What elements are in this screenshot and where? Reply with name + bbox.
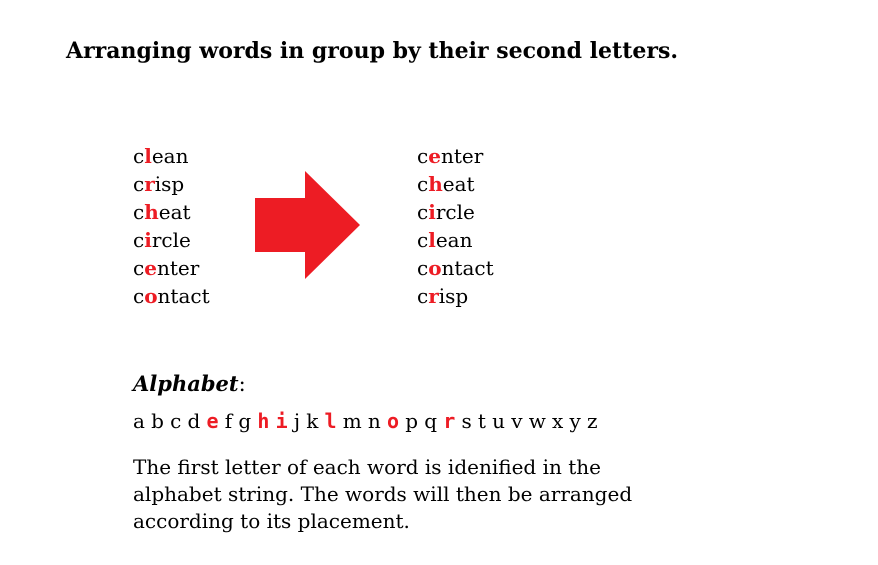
sorted-word-list: center cheat circle clean contact crisp	[417, 142, 494, 310]
arrow-shape	[255, 171, 360, 279]
highlighted-second-letter: o	[144, 284, 158, 308]
word-first-letter: c	[133, 144, 145, 168]
alphabet-label: Alphabet:	[133, 371, 246, 396]
alphabet-letter: z	[587, 409, 598, 433]
alphabet-letter: c	[170, 409, 182, 433]
word-first-letter: c	[417, 228, 429, 252]
alphabet-string: abcdefghijklmnopqrstuvwxyz	[133, 409, 604, 433]
highlighted-second-letter: o	[428, 256, 442, 280]
alphabet-letter: a	[133, 409, 145, 433]
word-rest: nter	[156, 256, 200, 280]
alphabet-letter: n	[367, 409, 381, 433]
word-rest: ntact	[441, 256, 494, 280]
word-rest: ean	[435, 228, 473, 252]
word-rest: eat	[442, 172, 475, 196]
word-rest: rcle	[151, 228, 191, 252]
highlighted-second-letter: r	[428, 284, 439, 308]
highlighted-alphabet-letter: e	[206, 409, 219, 433]
word-first-letter: c	[417, 144, 429, 168]
explanation-text: The first letter of each word is idenifi…	[133, 455, 633, 533]
word-first-letter: c	[133, 172, 145, 196]
alphabet-letter: d	[187, 409, 201, 433]
alphabet-letter: k	[306, 409, 319, 433]
word-item: clean	[417, 226, 494, 254]
word-first-letter: c	[133, 256, 145, 280]
highlighted-alphabet-letter: h	[257, 409, 270, 433]
highlighted-alphabet-letter: l	[324, 409, 337, 433]
word-rest: ean	[151, 144, 189, 168]
word-item: cheat	[417, 170, 494, 198]
word-first-letter: c	[417, 284, 429, 308]
word-first-letter: c	[133, 284, 145, 308]
alphabet-letter: p	[405, 409, 419, 433]
word-item: center	[417, 142, 494, 170]
word-rest: ntact	[157, 284, 210, 308]
alphabet-letter: q	[424, 409, 438, 433]
word-item: contact	[417, 254, 494, 282]
word-rest: isp	[154, 172, 185, 196]
word-first-letter: c	[133, 228, 145, 252]
diagram-title: Arranging words in group by their second…	[66, 38, 678, 64]
highlighted-alphabet-letter: r	[443, 409, 456, 433]
highlighted-second-letter: i	[144, 228, 152, 252]
unsorted-word-list: clean crisp cheat circle center contact	[133, 142, 210, 310]
right-arrow-icon	[255, 171, 360, 279]
word-rest: isp	[438, 284, 469, 308]
highlighted-second-letter: r	[144, 172, 155, 196]
alphabet-letter: s	[461, 409, 472, 433]
word-first-letter: c	[133, 200, 145, 224]
word-item: contact	[133, 282, 210, 310]
alphabet-label-colon: :	[238, 372, 246, 396]
highlighted-second-letter: e	[428, 144, 441, 168]
highlighted-second-letter: h	[428, 172, 443, 196]
highlighted-second-letter: h	[144, 200, 159, 224]
alphabet-letter: v	[511, 409, 523, 433]
alphabet-letter: g	[238, 409, 252, 433]
word-first-letter: c	[417, 256, 429, 280]
word-item: crisp	[133, 170, 210, 198]
word-first-letter: c	[417, 172, 429, 196]
word-item: circle	[417, 198, 494, 226]
word-item: cheat	[133, 198, 210, 226]
word-rest: nter	[440, 144, 484, 168]
alphabet-letter: f	[224, 409, 233, 433]
highlighted-second-letter: e	[144, 256, 157, 280]
word-item: crisp	[417, 282, 494, 310]
alphabet-letter: t	[477, 409, 486, 433]
highlighted-second-letter: i	[428, 200, 436, 224]
highlighted-second-letter: l	[428, 228, 436, 252]
alphabet-letter: x	[552, 409, 564, 433]
alphabet-letter: w	[528, 409, 546, 433]
alphabet-letter: y	[569, 409, 581, 433]
alphabet-letter: b	[151, 409, 164, 433]
word-item: clean	[133, 142, 210, 170]
word-rest: rcle	[435, 200, 475, 224]
word-item: center	[133, 254, 210, 282]
alphabet-letter: u	[492, 409, 506, 433]
alphabet-letter: m	[342, 409, 362, 433]
highlighted-alphabet-letter: i	[275, 409, 288, 433]
word-rest: eat	[158, 200, 191, 224]
word-first-letter: c	[417, 200, 429, 224]
highlighted-second-letter: l	[144, 144, 152, 168]
word-item: circle	[133, 226, 210, 254]
alphabet-letter: j	[293, 409, 301, 433]
highlighted-alphabet-letter: o	[386, 409, 400, 433]
alphabet-label-text: Alphabet	[133, 371, 239, 396]
